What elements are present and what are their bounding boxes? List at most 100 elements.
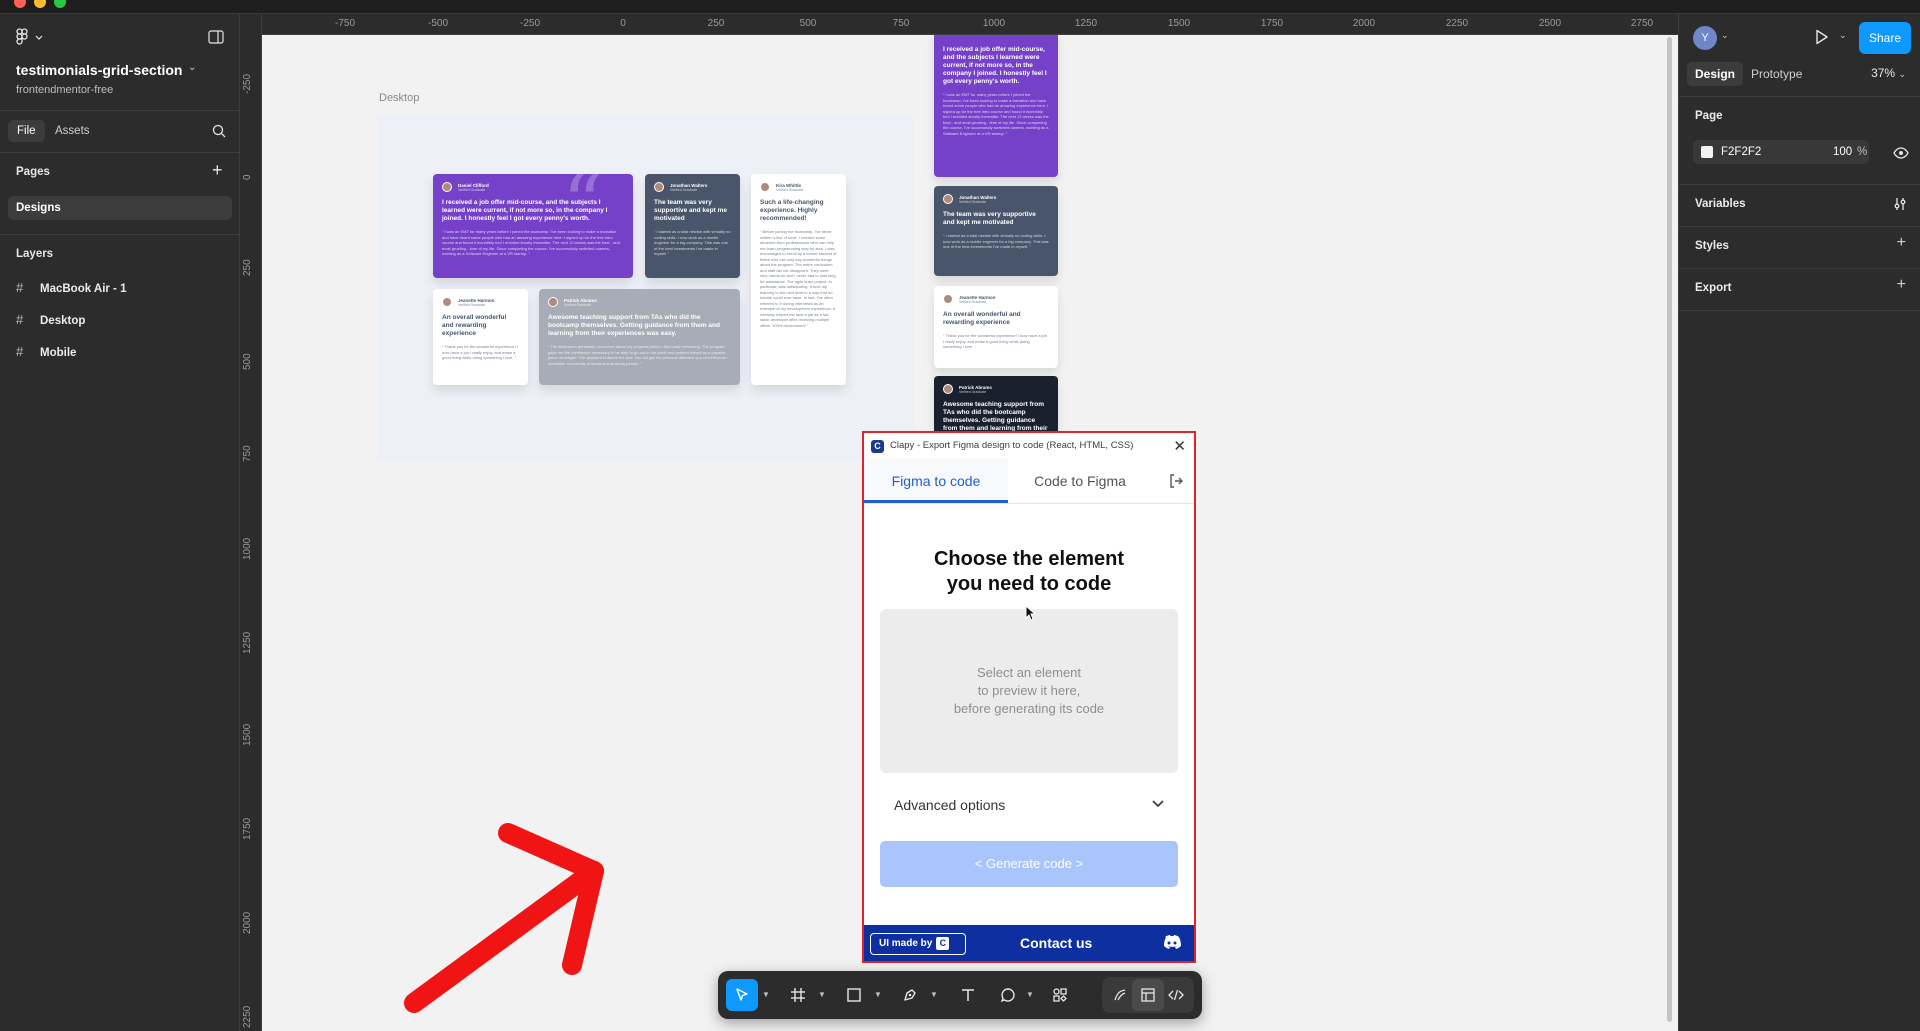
ui-made-by-badge[interactable]: UI made by C xyxy=(870,933,966,955)
design-canvas[interactable]: Desktop “ Daniel Clifford Verified Gradua… xyxy=(262,35,1678,1031)
mobile-card-jonathan[interactable]: Jonathan Walters Verified Graduate The te… xyxy=(934,186,1058,276)
card-body: “ I was an EMT for many years before I j… xyxy=(943,92,1049,136)
search-icon[interactable] xyxy=(212,124,226,143)
card-role: Verified Graduate xyxy=(959,199,987,204)
tab-file[interactable]: File xyxy=(8,120,45,142)
card-body: “ I was an EMT for many years before I j… xyxy=(442,229,620,256)
plugin-title-line: you need to code xyxy=(946,573,1112,595)
tab-figma-to-code[interactable]: Figma to code xyxy=(864,459,1008,503)
discord-icon[interactable] xyxy=(1162,934,1182,955)
contact-us-link[interactable]: Contact us xyxy=(1020,935,1092,951)
mobile-frame[interactable]: “ I received a job offer mid-course, and… xyxy=(934,35,1058,470)
chevron-down-icon[interactable]: ▼ xyxy=(1026,990,1034,999)
variables-settings-icon[interactable] xyxy=(1893,197,1907,216)
testimonial-card-kira[interactable]: Kira Whittle Verified Graduate Such a lif… xyxy=(751,174,846,385)
add-export-icon[interactable]: + xyxy=(1897,276,1906,294)
ruler-tick-label: 1500 xyxy=(1167,18,1191,29)
quote-mark-icon: “ xyxy=(1013,35,1054,86)
tab-design[interactable]: Design xyxy=(1687,62,1744,86)
desktop-frame[interactable]: “ Daniel Clifford Verified Graduate I rec… xyxy=(378,115,914,461)
avatar xyxy=(943,194,953,204)
ruler-tick-label: -250 xyxy=(519,18,541,29)
frame-label-desktop[interactable]: Desktop xyxy=(379,92,419,104)
toggle-sidebar-icon[interactable] xyxy=(208,30,224,49)
card-role: Verified Graduate xyxy=(564,302,592,307)
minimize-window-icon[interactable] xyxy=(34,0,46,8)
eye-icon[interactable] xyxy=(1893,146,1909,164)
figma-menu-icon[interactable] xyxy=(16,28,46,46)
generate-code-button[interactable]: < Generate code > xyxy=(880,841,1178,887)
logout-icon[interactable] xyxy=(1168,473,1184,493)
card-headline: The team was very supportive and kept me… xyxy=(943,211,1036,226)
card-role: Verified Graduate xyxy=(776,187,804,192)
page-item-designs[interactable]: Designs xyxy=(8,196,232,220)
styles-heading: Styles xyxy=(1695,240,1729,252)
text-tool-button[interactable] xyxy=(952,979,984,1011)
layer-macbook-air[interactable]: # MacBook Air - 1 xyxy=(16,280,126,296)
layers-heading: Layers xyxy=(16,248,54,260)
close-window-icon[interactable] xyxy=(14,0,26,8)
tab-prototype[interactable]: Prototype xyxy=(1743,62,1810,86)
ruler-tick-label: -500 xyxy=(427,18,449,29)
project-name[interactable]: frontendmentor-free xyxy=(16,84,113,96)
divider xyxy=(0,152,240,153)
move-tool-button[interactable] xyxy=(726,979,758,1011)
frame-tool-button[interactable] xyxy=(782,979,814,1011)
chevron-down-icon[interactable]: ▼ xyxy=(818,990,826,999)
page-opacity-unit: % xyxy=(1857,146,1868,158)
canvas-scrollbar[interactable] xyxy=(1667,37,1672,1022)
present-icon[interactable] xyxy=(1815,29,1829,50)
frame-icon: # xyxy=(16,280,24,295)
mobile-card-jeanette[interactable]: Jeanette Harmon Verified Graduate An over… xyxy=(934,286,1058,368)
zoom-value: 37% xyxy=(1871,66,1896,80)
testimonial-card-jonathan[interactable]: Jonathan Walters Verified Graduate The te… xyxy=(645,174,740,278)
color-swatch[interactable] xyxy=(1701,146,1713,158)
chevron-down-icon[interactable]: ⌄ xyxy=(1721,30,1729,41)
card-headline: An overall wonderful and rewarding exper… xyxy=(943,311,1021,326)
ruler-tick-label: 2250 xyxy=(1445,18,1469,29)
tab-code-to-figma[interactable]: Code to Figma xyxy=(1008,459,1152,503)
chevron-down-icon[interactable] xyxy=(1152,795,1164,811)
share-button[interactable]: Share xyxy=(1859,22,1911,54)
tab-assets[interactable]: Assets xyxy=(46,120,99,142)
page-color-value[interactable]: F2F2F2 xyxy=(1721,140,1761,164)
add-style-icon[interactable]: + xyxy=(1897,234,1906,252)
pages-heading: Pages xyxy=(16,166,50,178)
page-color-field[interactable]: F2F2F2 100 % xyxy=(1693,140,1869,164)
horizontal-ruler: -750 -500 -250 0 250 500 750 1000 1250 1… xyxy=(262,14,1678,35)
divider xyxy=(1679,310,1920,311)
file-title-chevron-icon[interactable]: ⌄ xyxy=(188,62,196,73)
card-body: “ Thank you for the wonderful experience… xyxy=(943,333,1047,349)
chevron-down-icon[interactable]: ⌄ xyxy=(1839,30,1847,41)
avatar[interactable]: Y xyxy=(1693,26,1717,50)
testimonial-card-daniel[interactable]: “ Daniel Clifford Verified Graduate I rec… xyxy=(433,174,633,278)
pen-tool-button[interactable] xyxy=(894,979,926,1011)
dev-mode-button[interactable] xyxy=(1160,979,1192,1011)
ruler-tick-label: 2250 xyxy=(242,1005,253,1028)
chevron-down-icon[interactable]: ▼ xyxy=(762,990,770,999)
maximize-window-icon[interactable] xyxy=(54,0,66,8)
close-icon[interactable]: ✕ xyxy=(1173,437,1186,455)
frame-icon: # xyxy=(16,344,24,359)
plugin-title: Choose the element you need to code xyxy=(864,547,1194,597)
plugin-footer: UI made by C Contact us xyxy=(864,925,1194,961)
page-opacity-value[interactable]: 100 xyxy=(1833,140,1852,164)
chevron-down-icon[interactable]: ▼ xyxy=(930,990,938,999)
comment-tool-button[interactable] xyxy=(992,979,1024,1011)
avatar xyxy=(760,182,770,192)
add-page-icon[interactable]: + xyxy=(212,160,223,181)
testimonial-card-jeanette[interactable]: Jeanette Harmon Verified Graduate An over… xyxy=(433,289,528,385)
layer-mobile[interactable]: # Mobile xyxy=(16,344,76,360)
layer-desktop[interactable]: # Desktop xyxy=(16,312,85,328)
resources-button[interactable] xyxy=(1044,979,1076,1011)
file-title[interactable]: testimonials-grid-section xyxy=(16,62,182,78)
chevron-down-icon[interactable]: ▼ xyxy=(874,990,882,999)
card-headline: The team was very supportive and kept me… xyxy=(654,199,727,222)
zoom-level[interactable]: 37% ⌄ xyxy=(1871,66,1906,80)
clapy-plugin-window[interactable]: C Clapy - Export Figma design to code (R… xyxy=(862,431,1196,963)
rectangle-tool-button[interactable] xyxy=(838,979,870,1011)
layer-label: Mobile xyxy=(40,347,77,359)
mobile-card-daniel[interactable]: “ I received a job offer mid-course, and… xyxy=(934,35,1058,177)
testimonial-card-patrick[interactable]: Patrick Abrams Verified Graduate Awesome … xyxy=(539,289,740,385)
advanced-options-toggle[interactable]: Advanced options xyxy=(894,797,1005,813)
